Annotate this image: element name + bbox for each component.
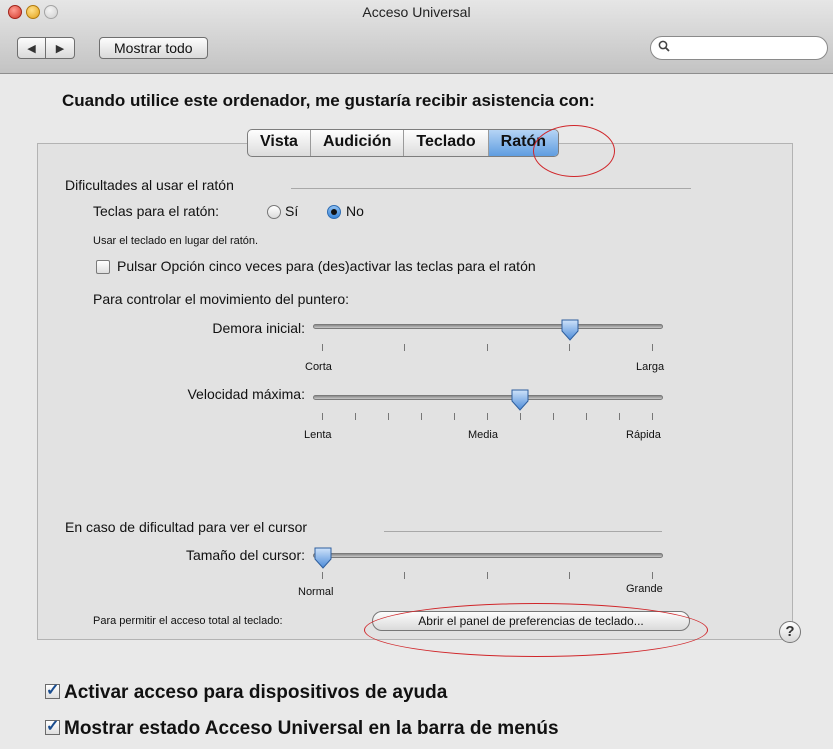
tab-vista[interactable]: Vista bbox=[248, 130, 310, 156]
mouse-keys-label: Teclas para el ratón: bbox=[93, 203, 220, 219]
mouse-section-title: Dificultades al usar el ratón bbox=[65, 177, 234, 193]
forward-button[interactable]: ▶ bbox=[46, 37, 75, 59]
show-in-menu-bar-label: Mostrar estado Acceso Universal en la ba… bbox=[64, 718, 559, 739]
max-speed-label: Velocidad máxima: bbox=[187, 386, 305, 402]
slider-tick bbox=[586, 413, 587, 420]
category-tabs: Vista Audición Teclado Ratón bbox=[247, 129, 559, 157]
slider-tick bbox=[520, 413, 521, 420]
slider-tick bbox=[355, 413, 356, 420]
max-speed-thumb[interactable] bbox=[510, 389, 530, 411]
mouse-keys-yes-radio[interactable] bbox=[267, 205, 281, 219]
slider-tick bbox=[487, 413, 488, 420]
slider-tick bbox=[652, 344, 653, 351]
back-button[interactable]: ◀ bbox=[17, 37, 46, 59]
section-divider bbox=[291, 188, 691, 189]
slider-tick bbox=[388, 413, 389, 420]
mouse-keys-no-radio[interactable] bbox=[327, 205, 341, 219]
option-key-checkbox-label: Pulsar Opción cinco veces para (des)acti… bbox=[117, 258, 536, 274]
slider-tick bbox=[553, 413, 554, 420]
show-in-menu-bar-checkbox[interactable] bbox=[45, 716, 60, 736]
pointer-control-label: Para controlar el movimiento del puntero… bbox=[93, 291, 350, 307]
max-speed-max-label: Rápida bbox=[626, 429, 661, 441]
mouse-keys-yes-label: Sí bbox=[285, 203, 299, 219]
initial-delay-max-label: Larga bbox=[636, 361, 665, 373]
cursor-size-slider[interactable] bbox=[313, 553, 663, 558]
slider-tick bbox=[322, 344, 323, 351]
slider-tick bbox=[652, 413, 653, 420]
slider-tick bbox=[322, 572, 323, 579]
search-icon bbox=[658, 40, 670, 55]
mouse-keys-no-label: No bbox=[346, 203, 364, 219]
forward-arrow-icon: ▶ bbox=[55, 42, 65, 55]
annotation-circle bbox=[533, 125, 615, 177]
slider-tick bbox=[652, 572, 653, 579]
max-speed-min-label: Lenta bbox=[304, 429, 332, 441]
title-toolbar: Acceso Universal ◀ ▶ Mostrar todo bbox=[0, 0, 833, 74]
assistive-devices-label: Activar acceso para dispositivos de ayud… bbox=[64, 682, 448, 703]
preferences-window: Acceso Universal ◀ ▶ Mostrar todo Cuando… bbox=[0, 0, 833, 749]
tab-teclado[interactable]: Teclado bbox=[403, 130, 487, 156]
slider-tick bbox=[487, 572, 488, 579]
initial-delay-thumb[interactable] bbox=[560, 319, 580, 341]
annotation-circle bbox=[364, 603, 708, 657]
max-speed-mid-label: Media bbox=[468, 429, 498, 441]
initial-delay-label: Demora inicial: bbox=[212, 320, 305, 336]
page-heading: Cuando utilice este ordenador, me gustar… bbox=[62, 91, 595, 110]
keyboard-access-label: Para permitir el acceso total al teclado… bbox=[93, 615, 283, 627]
max-speed-slider[interactable] bbox=[313, 395, 663, 400]
option-key-checkbox[interactable] bbox=[96, 260, 110, 274]
assistive-devices-checkbox[interactable] bbox=[45, 680, 60, 700]
slider-tick bbox=[322, 413, 323, 420]
cursor-size-label: Tamaño del cursor: bbox=[185, 547, 305, 563]
initial-delay-min-label: Corta bbox=[305, 361, 332, 373]
cursor-size-max-label: Grande bbox=[626, 583, 663, 595]
slider-tick bbox=[404, 572, 405, 579]
slider-tick bbox=[487, 344, 488, 351]
slider-tick bbox=[569, 344, 570, 351]
section-divider bbox=[384, 531, 662, 532]
slider-tick bbox=[454, 413, 455, 420]
slider-tick bbox=[619, 413, 620, 420]
initial-delay-slider[interactable] bbox=[313, 324, 663, 329]
window-title: Acceso Universal bbox=[362, 4, 471, 20]
show-in-menu-bar-option: Mostrar estado Acceso Universal en la ba… bbox=[45, 716, 559, 740]
slider-tick bbox=[569, 572, 570, 579]
back-arrow-icon: ◀ bbox=[27, 42, 36, 55]
cursor-size-thumb[interactable] bbox=[313, 547, 333, 569]
slider-tick bbox=[404, 344, 405, 351]
mouse-keys-hint: Usar el teclado en lugar del ratón. bbox=[93, 235, 259, 247]
cursor-size-min-label: Normal bbox=[298, 586, 334, 598]
help-button[interactable]: ? bbox=[779, 621, 801, 643]
tab-audicion[interactable]: Audición bbox=[309, 130, 403, 156]
assistive-devices-option: Activar acceso para dispositivos de ayud… bbox=[45, 680, 448, 704]
slider-tick bbox=[421, 413, 422, 420]
show-all-button[interactable]: Mostrar todo bbox=[99, 37, 208, 59]
cursor-section-title: En caso de dificultad para ver el cursor bbox=[65, 519, 308, 535]
navigation-group: ◀ ▶ bbox=[17, 37, 75, 61]
search-input[interactable] bbox=[650, 36, 828, 60]
